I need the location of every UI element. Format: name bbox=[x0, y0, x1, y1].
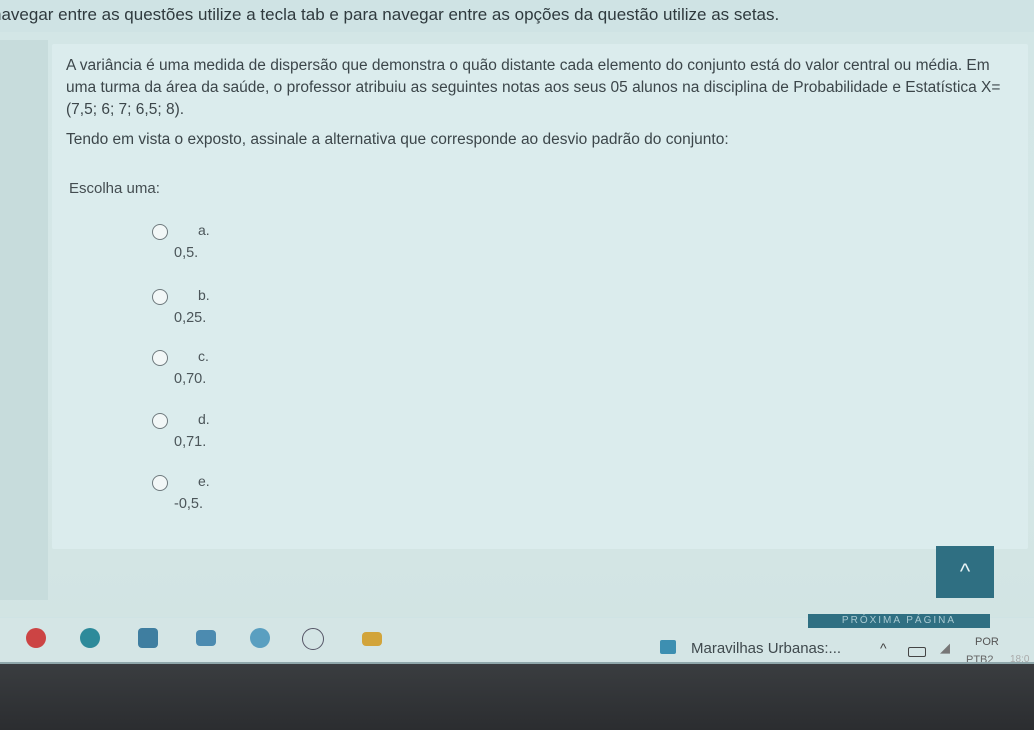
store-icon[interactable] bbox=[138, 628, 158, 648]
option-letter: a. bbox=[198, 222, 210, 238]
radio-button[interactable] bbox=[152, 413, 168, 429]
option-letter: e. bbox=[198, 473, 210, 489]
option-a[interactable]: a. 0,5. bbox=[152, 222, 272, 274]
option-value: 0,25. bbox=[174, 310, 207, 326]
choose-label: Escolha uma: bbox=[69, 180, 160, 197]
radio-button[interactable] bbox=[152, 350, 168, 366]
dell-icon[interactable] bbox=[302, 628, 324, 650]
mail-icon[interactable] bbox=[196, 630, 216, 646]
question-paragraph-2: Tendo em vista o exposto, assinale a alt… bbox=[66, 131, 729, 148]
photos-icon[interactable] bbox=[250, 628, 270, 648]
option-letter: b. bbox=[198, 287, 210, 303]
keyboard-instruction: navegar entre as questões utilize a tecl… bbox=[0, 5, 780, 24]
option-b[interactable]: b. 0,25. bbox=[152, 287, 272, 339]
scroll-to-top-button[interactable]: ^ bbox=[936, 546, 994, 598]
option-value: 0,71. bbox=[174, 434, 207, 450]
question-paragraph-1: A variância é uma medida de dispersão qu… bbox=[66, 57, 1001, 118]
option-e[interactable]: e. -0,5. bbox=[152, 473, 272, 525]
option-value: 0,70. bbox=[174, 371, 207, 387]
radio-button[interactable] bbox=[152, 289, 168, 305]
radio-button[interactable] bbox=[152, 224, 168, 240]
question-text: A variância é uma medida de dispersão qu… bbox=[66, 55, 1016, 159]
option-d[interactable]: d. 0,71. bbox=[152, 411, 272, 463]
chevron-up-tray-icon[interactable]: ^ bbox=[880, 640, 887, 656]
option-c[interactable]: c. 0,70. bbox=[152, 348, 272, 400]
left-sidebar-edge bbox=[0, 40, 48, 600]
language-indicator[interactable]: POR bbox=[975, 636, 999, 648]
edge-icon[interactable] bbox=[80, 628, 100, 648]
network-icon[interactable]: ◢ bbox=[940, 640, 950, 656]
media-play-icon[interactable] bbox=[660, 640, 676, 654]
folder-icon[interactable] bbox=[362, 632, 382, 646]
chevron-up-icon: ^ bbox=[959, 559, 971, 584]
next-page-button[interactable]: PRÓXIMA PÁGINA bbox=[808, 614, 990, 628]
option-letter: c. bbox=[198, 348, 209, 364]
option-letter: d. bbox=[198, 411, 210, 427]
media-label[interactable]: Maravilhas Urbanas:... bbox=[691, 640, 841, 657]
radio-button[interactable] bbox=[152, 475, 168, 491]
option-value: 0,5. bbox=[174, 245, 199, 261]
battery-icon[interactable] bbox=[908, 647, 926, 657]
option-value: -0,5. bbox=[174, 496, 204, 512]
chrome-icon[interactable] bbox=[26, 628, 46, 648]
monitor-bezel bbox=[0, 664, 1034, 730]
